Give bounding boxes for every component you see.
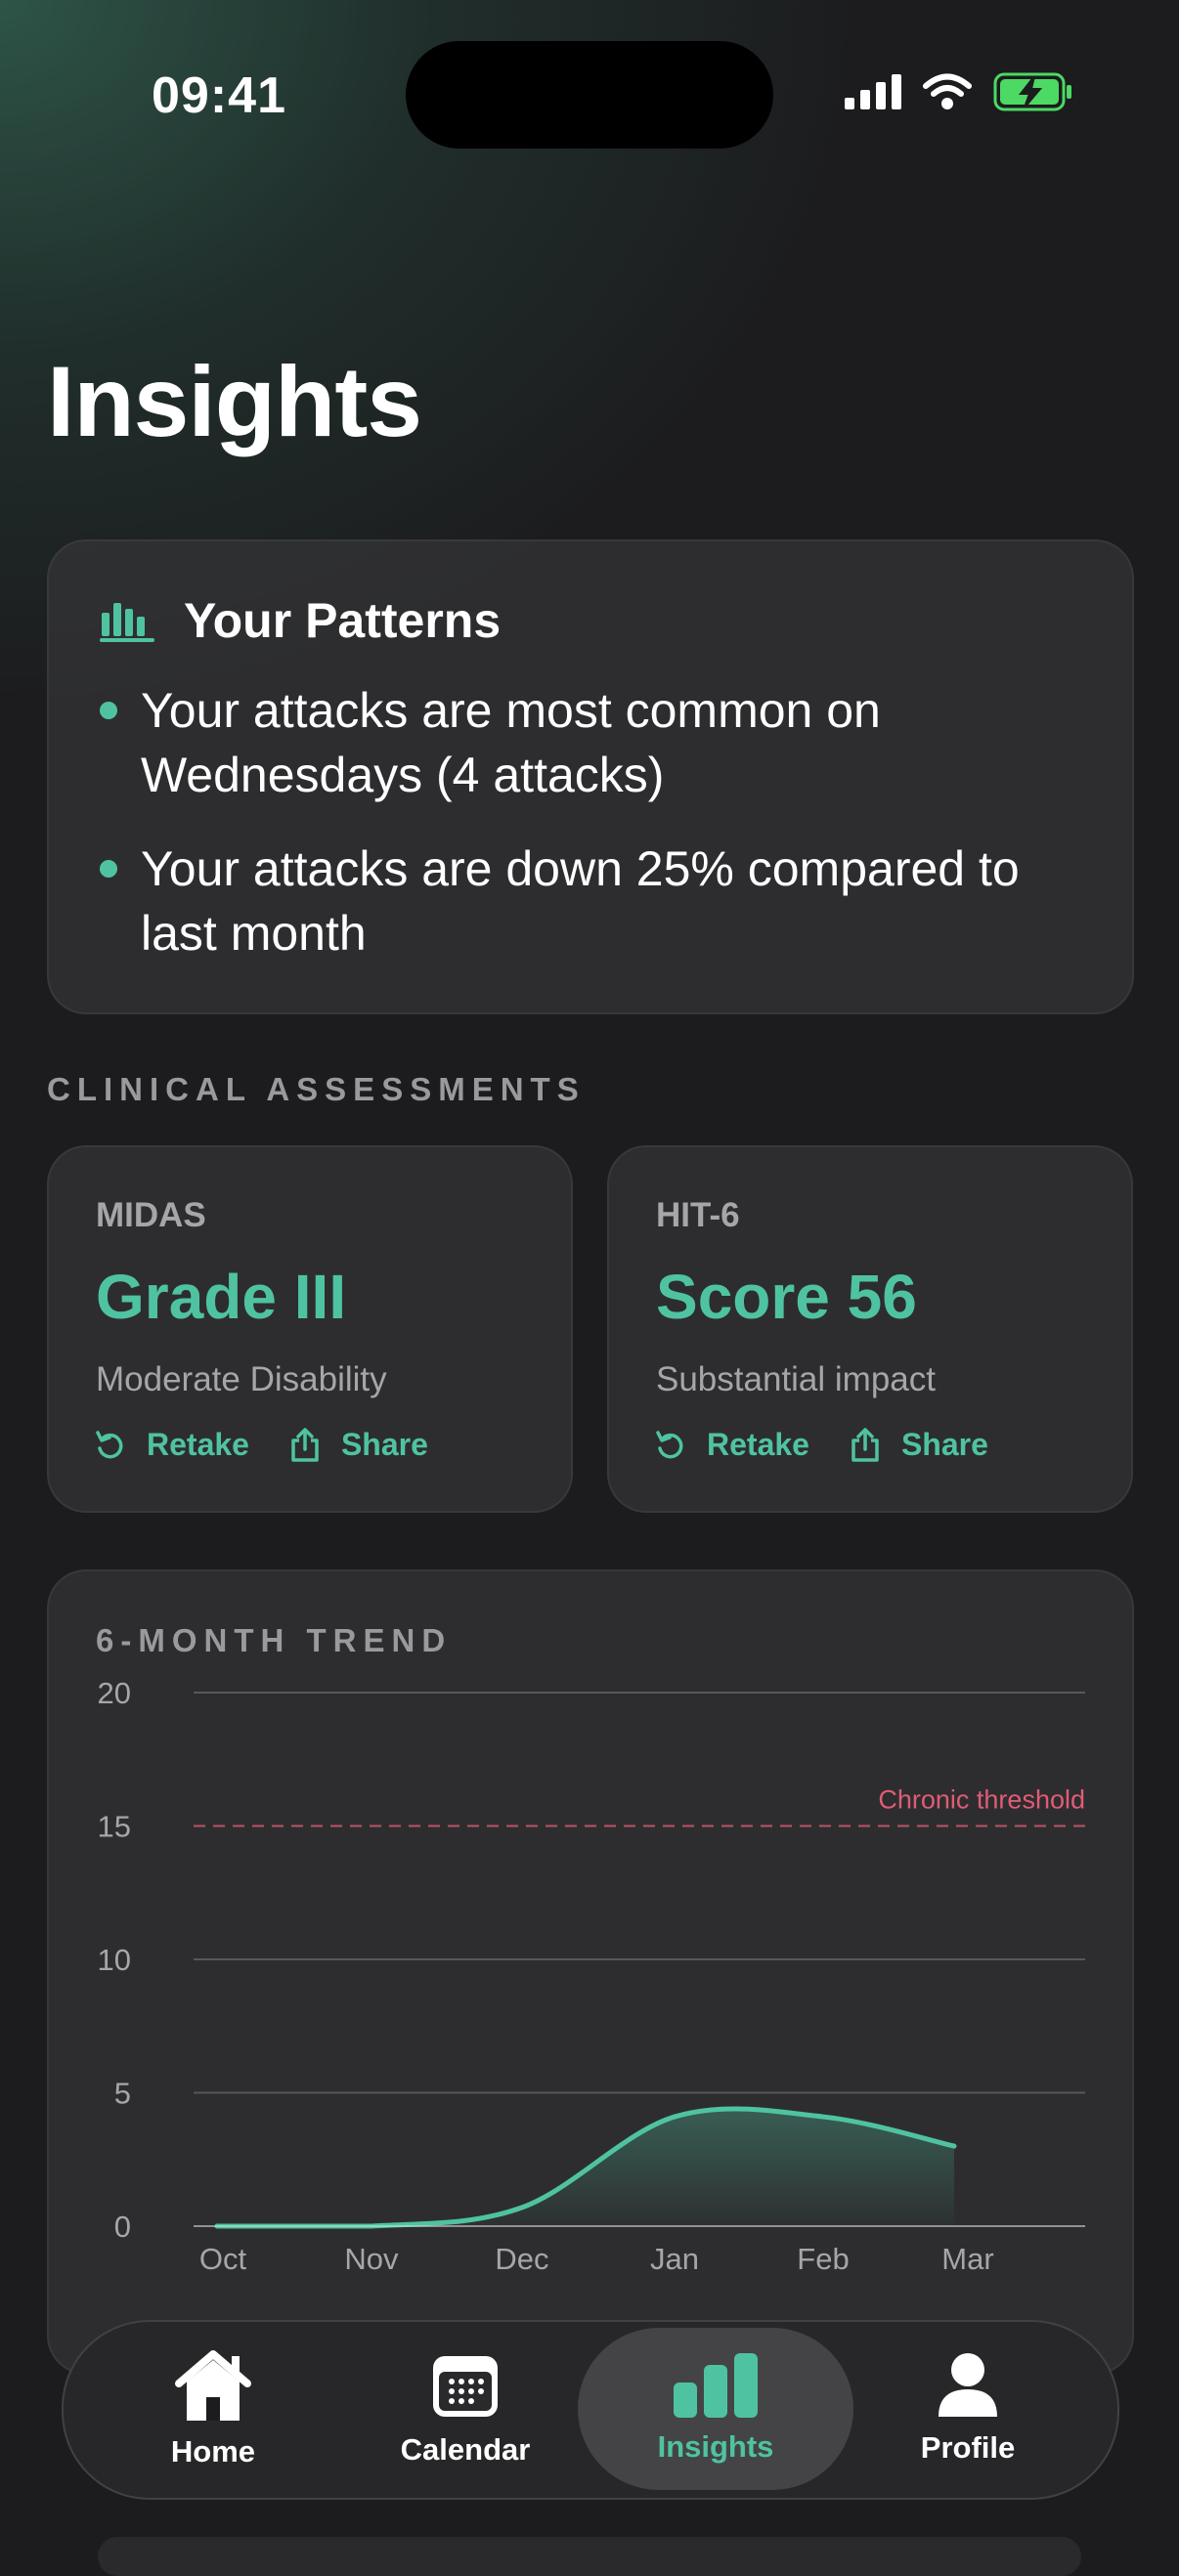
pattern-text: Your attacks are most common on Wednesda… [141,683,881,802]
tab-insights[interactable]: Insights [578,2328,853,2490]
assessment-actions: Retake Share [96,1427,469,1463]
assessment-name: HIT-6 [656,1196,740,1234]
assessment-description: Substantial impact [656,1360,936,1398]
battery-charging-icon [993,72,1071,111]
assessment-value: Grade III [96,1262,347,1332]
hit6-card[interactable]: HIT-6 Score 56 Substantial impact Retake… [607,1145,1133,1513]
x-tick-label: Mar [941,2242,993,2276]
threshold-label: Chronic threshold [878,1785,1085,1815]
pattern-text: Your attacks are down 25% compared to la… [141,841,1020,961]
share-label: Share [340,1427,428,1462]
share-label: Share [900,1427,988,1462]
y-tick-label: 5 [114,2077,131,2111]
wifi-icon [923,73,972,109]
x-tick-label: Oct [199,2242,247,2276]
tab-bar: Home Calendar Insights Profile [62,2320,1119,2500]
retake-label: Retake [147,1427,249,1462]
y-tick-label: 20 [98,1676,131,1710]
pattern-item: Your attacks are down 25% compared to la… [100,837,1087,966]
tab-calendar[interactable]: Calendar [328,2328,603,2490]
share-icon [291,1427,319,1462]
tab-profile[interactable]: Profile [830,2328,1106,2490]
insights-icon [674,2353,758,2418]
patterns-card: Your Patterns Your attacks are most comm… [47,539,1134,1014]
trend-chart: 0 5 10 15 20 Chronic threshold Oct Nov Dec Jan Feb… [98,1676,1085,2276]
x-tick-label: Jan [650,2242,699,2276]
pattern-item: Your attacks are most common on Wednesda… [100,678,1087,807]
tab-label: Insights [657,2429,774,2464]
patterns-header: Your Patterns [100,592,501,649]
assessment-name: MIDAS [96,1196,206,1234]
tab-label: Home [170,2434,256,2469]
share-button[interactable]: Share [290,1427,428,1463]
clinical-section-label: CLINICAL ASSESSMENTS [47,1071,586,1107]
retake-button[interactable]: Retake [96,1427,249,1463]
assessment-value: Score 56 [656,1262,917,1332]
tab-label: Calendar [400,2432,531,2467]
status-time: 09:41 [152,67,286,124]
assessment-actions: Retake Share [656,1427,1029,1463]
bullet-dot [100,702,117,719]
profile-icon [939,2353,997,2417]
patterns-title: Your Patterns [184,593,502,648]
y-tick-label: 15 [98,1810,131,1844]
retake-label: Retake [707,1427,809,1462]
y-tick-label: 10 [98,1943,131,1977]
retake-icon [656,1430,683,1458]
home-icon [175,2350,251,2421]
assessment-description: Moderate Disability [96,1360,387,1398]
next-card-peek [98,2537,1081,2576]
tab-label: Profile [920,2430,1016,2465]
share-button[interactable]: Share [851,1427,988,1463]
signal-icon [845,74,901,109]
page-title: Insights [47,346,422,457]
patterns-list: Your attacks are most common on Wednesda… [100,678,1087,995]
trend-card: 6-MONTH TREND 0 5 10 15 20 Chronic threshold O… [47,1569,1134,2375]
retake-button[interactable]: Retake [656,1427,809,1463]
x-tick-label: Nov [344,2242,399,2276]
bar-chart-icon [100,603,154,642]
calendar-icon [433,2356,498,2417]
bullet-dot [100,860,117,878]
y-tick-label: 0 [114,2210,131,2244]
retake-icon [96,1430,123,1458]
tab-home[interactable]: Home [75,2328,351,2490]
x-tick-label: Feb [797,2242,849,2276]
share-icon [852,1427,879,1462]
status-icons [845,72,1073,111]
dynamic-island [406,41,773,149]
x-tick-label: Dec [495,2242,548,2276]
midas-card[interactable]: MIDAS Grade III Moderate Disability Reta… [47,1145,573,1513]
